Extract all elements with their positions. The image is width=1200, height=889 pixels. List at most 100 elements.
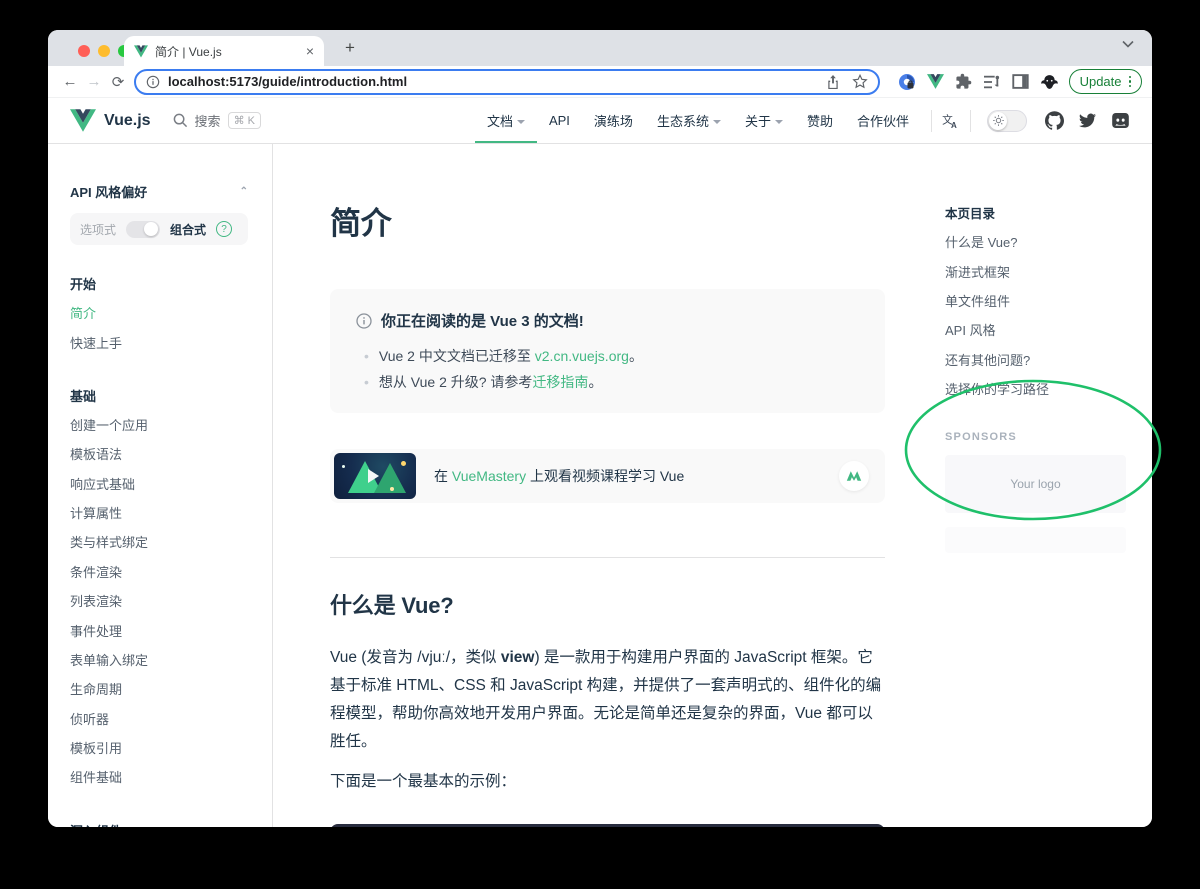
toc-item-more-questions[interactable]: 还有其他问题?	[945, 345, 1126, 374]
info-bullet-1: • Vue 2 中文文档已迁移至 v2.cn.vuejs.org。	[356, 343, 859, 369]
address-bar[interactable]: localhost:5173/guide/introduction.html	[134, 69, 880, 95]
sidebar-item-template-syntax[interactable]: 模板语法	[70, 439, 248, 468]
sidebar-item-list[interactable]: 列表渲染	[70, 586, 248, 615]
vuemastery-link[interactable]: VueMastery	[452, 468, 526, 484]
reload-button[interactable]: ⟳	[106, 73, 130, 91]
chevron-down-icon	[775, 120, 783, 124]
sponsor-placeholder[interactable]: Your logo	[945, 455, 1126, 513]
sun-icon	[993, 115, 1004, 126]
site-logo[interactable]: Vue.js	[70, 109, 151, 132]
vue3-info-box: 你正在阅读的是 Vue 3 的文档! • Vue 2 中文文档已迁移至 v2.c…	[330, 289, 885, 413]
more-menu-icon	[1129, 76, 1132, 88]
nav-label: 生态系统	[657, 111, 709, 130]
sponsor-placeholder-2[interactable]	[945, 527, 1126, 553]
page-body: API 风格偏好 ⌃ 选项式 组合式 ? 开始 简介 快速上手 基础 创建一个应…	[48, 144, 1152, 827]
sidebar-item-component-basics[interactable]: 组件基础	[70, 762, 248, 791]
privacy-extension-icon[interactable]	[898, 73, 916, 91]
toc-item-pick-path[interactable]: 选择你的学习路径	[945, 374, 1126, 403]
migration-guide-link[interactable]: 迁移指南	[532, 374, 588, 390]
top-navigation: 文档 API 演练场 生态系统 关于 赞助 合作伙伴 文A	[475, 98, 1130, 143]
code-block[interactable]: js import { createApp } from 'vue' creat…	[330, 824, 885, 827]
minimize-window-button[interactable]	[98, 45, 110, 57]
url-text[interactable]: localhost:5173/guide/introduction.html	[168, 74, 818, 89]
forward-button[interactable]: →	[82, 73, 106, 90]
toc-item-what-is-vue[interactable]: 什么是 Vue?	[945, 227, 1126, 256]
sidebar-item-forms[interactable]: 表单输入绑定	[70, 645, 248, 674]
sidebar-item-conditional[interactable]: 条件渲染	[70, 557, 248, 586]
sidebar-item-watchers[interactable]: 侦听器	[70, 704, 248, 733]
toc-item-api-styles[interactable]: API 风格	[945, 315, 1126, 344]
tab-search-chevron-icon[interactable]	[1122, 40, 1134, 48]
api-style-help-icon[interactable]: ?	[216, 221, 232, 237]
vue-devtools-extension-icon[interactable]	[927, 74, 944, 89]
nav-item-partners[interactable]: 合作伙伴	[845, 98, 921, 143]
vuemastery-video-thumbnail[interactable]	[334, 453, 416, 499]
sidebar-group-title: 开始	[70, 269, 248, 298]
sidebar-extension-icon[interactable]	[1012, 73, 1029, 90]
github-icon[interactable]	[1045, 111, 1064, 130]
discord-icon[interactable]	[1111, 111, 1130, 130]
composition-api-label[interactable]: 组合式	[170, 221, 206, 238]
search-label: 搜索	[195, 111, 221, 130]
toc-item-progressive[interactable]: 渐进式框架	[945, 256, 1126, 285]
right-aside: 本页目录 什么是 Vue? 渐进式框架 单文件组件 API 风格 还有其他问题?…	[937, 144, 1152, 827]
translations-icon[interactable]: 文A	[942, 113, 960, 129]
sidebar-group-start: 开始 简介 快速上手	[70, 269, 248, 357]
browser-toolbar: ← → ⟳ localhost:5173/guide/introduction.…	[48, 66, 1152, 98]
chevron-up-icon: ⌃	[240, 186, 248, 197]
api-preference-header[interactable]: API 风格偏好 ⌃	[70, 182, 248, 201]
site-header: Vue.js 搜索 ⌘ K 文档 API 演练场 生态系统 关于 赞助 合作伙伴…	[48, 98, 1152, 144]
nav-item-docs[interactable]: 文档	[475, 98, 537, 143]
sidebar-group-title: 基础	[70, 381, 248, 410]
twitter-icon[interactable]	[1078, 112, 1097, 129]
nav-label: API	[549, 113, 570, 128]
sponsors-section: SPONSORS Your logo	[945, 431, 1126, 553]
browser-tab[interactable]: 简介 | Vue.js ×	[124, 36, 324, 66]
extensions-row	[898, 73, 1059, 91]
sidebar-item-class-style[interactable]: 类与样式绑定	[70, 527, 248, 556]
tab-close-icon[interactable]: ×	[306, 43, 314, 59]
sidebar-item-template-refs[interactable]: 模板引用	[70, 733, 248, 762]
search-button[interactable]: 搜索 ⌘ K	[173, 111, 261, 130]
extensions-puzzle-icon[interactable]	[955, 73, 972, 90]
nav-item-api[interactable]: API	[537, 98, 582, 143]
sidebar-item-creating-app[interactable]: 创建一个应用	[70, 410, 248, 439]
nav-item-playground[interactable]: 演练场	[582, 98, 645, 143]
site-info-icon[interactable]	[146, 75, 160, 89]
api-style-toggle[interactable]	[126, 221, 160, 238]
sidebar-item-computed[interactable]: 计算属性	[70, 498, 248, 527]
sponsors-label: SPONSORS	[945, 431, 1126, 443]
nav-item-sponsor[interactable]: 赞助	[795, 98, 845, 143]
tab-list-extension-icon[interactable]	[983, 74, 1001, 90]
brand-name: Vue.js	[104, 112, 151, 130]
intro-paragraph: Vue (发音为 /vjuː/，类似 view) 是一款用于构建用户界面的 Ja…	[330, 644, 885, 756]
sidebar-item-reactivity[interactable]: 响应式基础	[70, 469, 248, 498]
profile-avatar-icon[interactable]	[1040, 73, 1059, 91]
vue-logo-icon	[70, 109, 96, 132]
sidebar-item-events[interactable]: 事件处理	[70, 615, 248, 644]
close-window-button[interactable]	[78, 45, 90, 57]
divider	[931, 110, 932, 132]
api-preference-title: API 风格偏好	[70, 182, 147, 201]
social-links	[1045, 111, 1130, 130]
toc-item-sfc[interactable]: 单文件组件	[945, 286, 1126, 315]
what-is-vue-heading: 什么是 Vue?	[330, 588, 885, 620]
new-tab-button[interactable]: +	[338, 37, 362, 61]
sidebar-item-lifecycle[interactable]: 生命周期	[70, 674, 248, 703]
sidebar-item-quick-start[interactable]: 快速上手	[70, 327, 248, 356]
nav-item-about[interactable]: 关于	[733, 98, 795, 143]
back-button[interactable]: ←	[58, 73, 82, 90]
v2-docs-link[interactable]: v2.cn.vuejs.org	[535, 348, 629, 364]
example-lead-paragraph: 下面是一个最基本的示例：	[330, 768, 885, 796]
banner-text: 在 VueMastery 上观看视频课程学习 Vue	[434, 466, 684, 486]
tab-title: 简介 | Vue.js	[155, 43, 299, 60]
options-api-label[interactable]: 选项式	[80, 221, 116, 238]
vuemastery-banner[interactable]: 在 VueMastery 上观看视频课程学习 Vue	[330, 449, 885, 503]
nav-item-ecosystem[interactable]: 生态系统	[645, 98, 733, 143]
theme-toggle[interactable]	[987, 110, 1027, 132]
sidebar-item-introduction[interactable]: 简介	[70, 298, 248, 327]
chrome-update-button[interactable]: Update	[1069, 69, 1142, 94]
info-icon	[356, 313, 372, 329]
bookmark-star-icon[interactable]	[852, 74, 868, 89]
share-icon[interactable]	[826, 74, 840, 90]
